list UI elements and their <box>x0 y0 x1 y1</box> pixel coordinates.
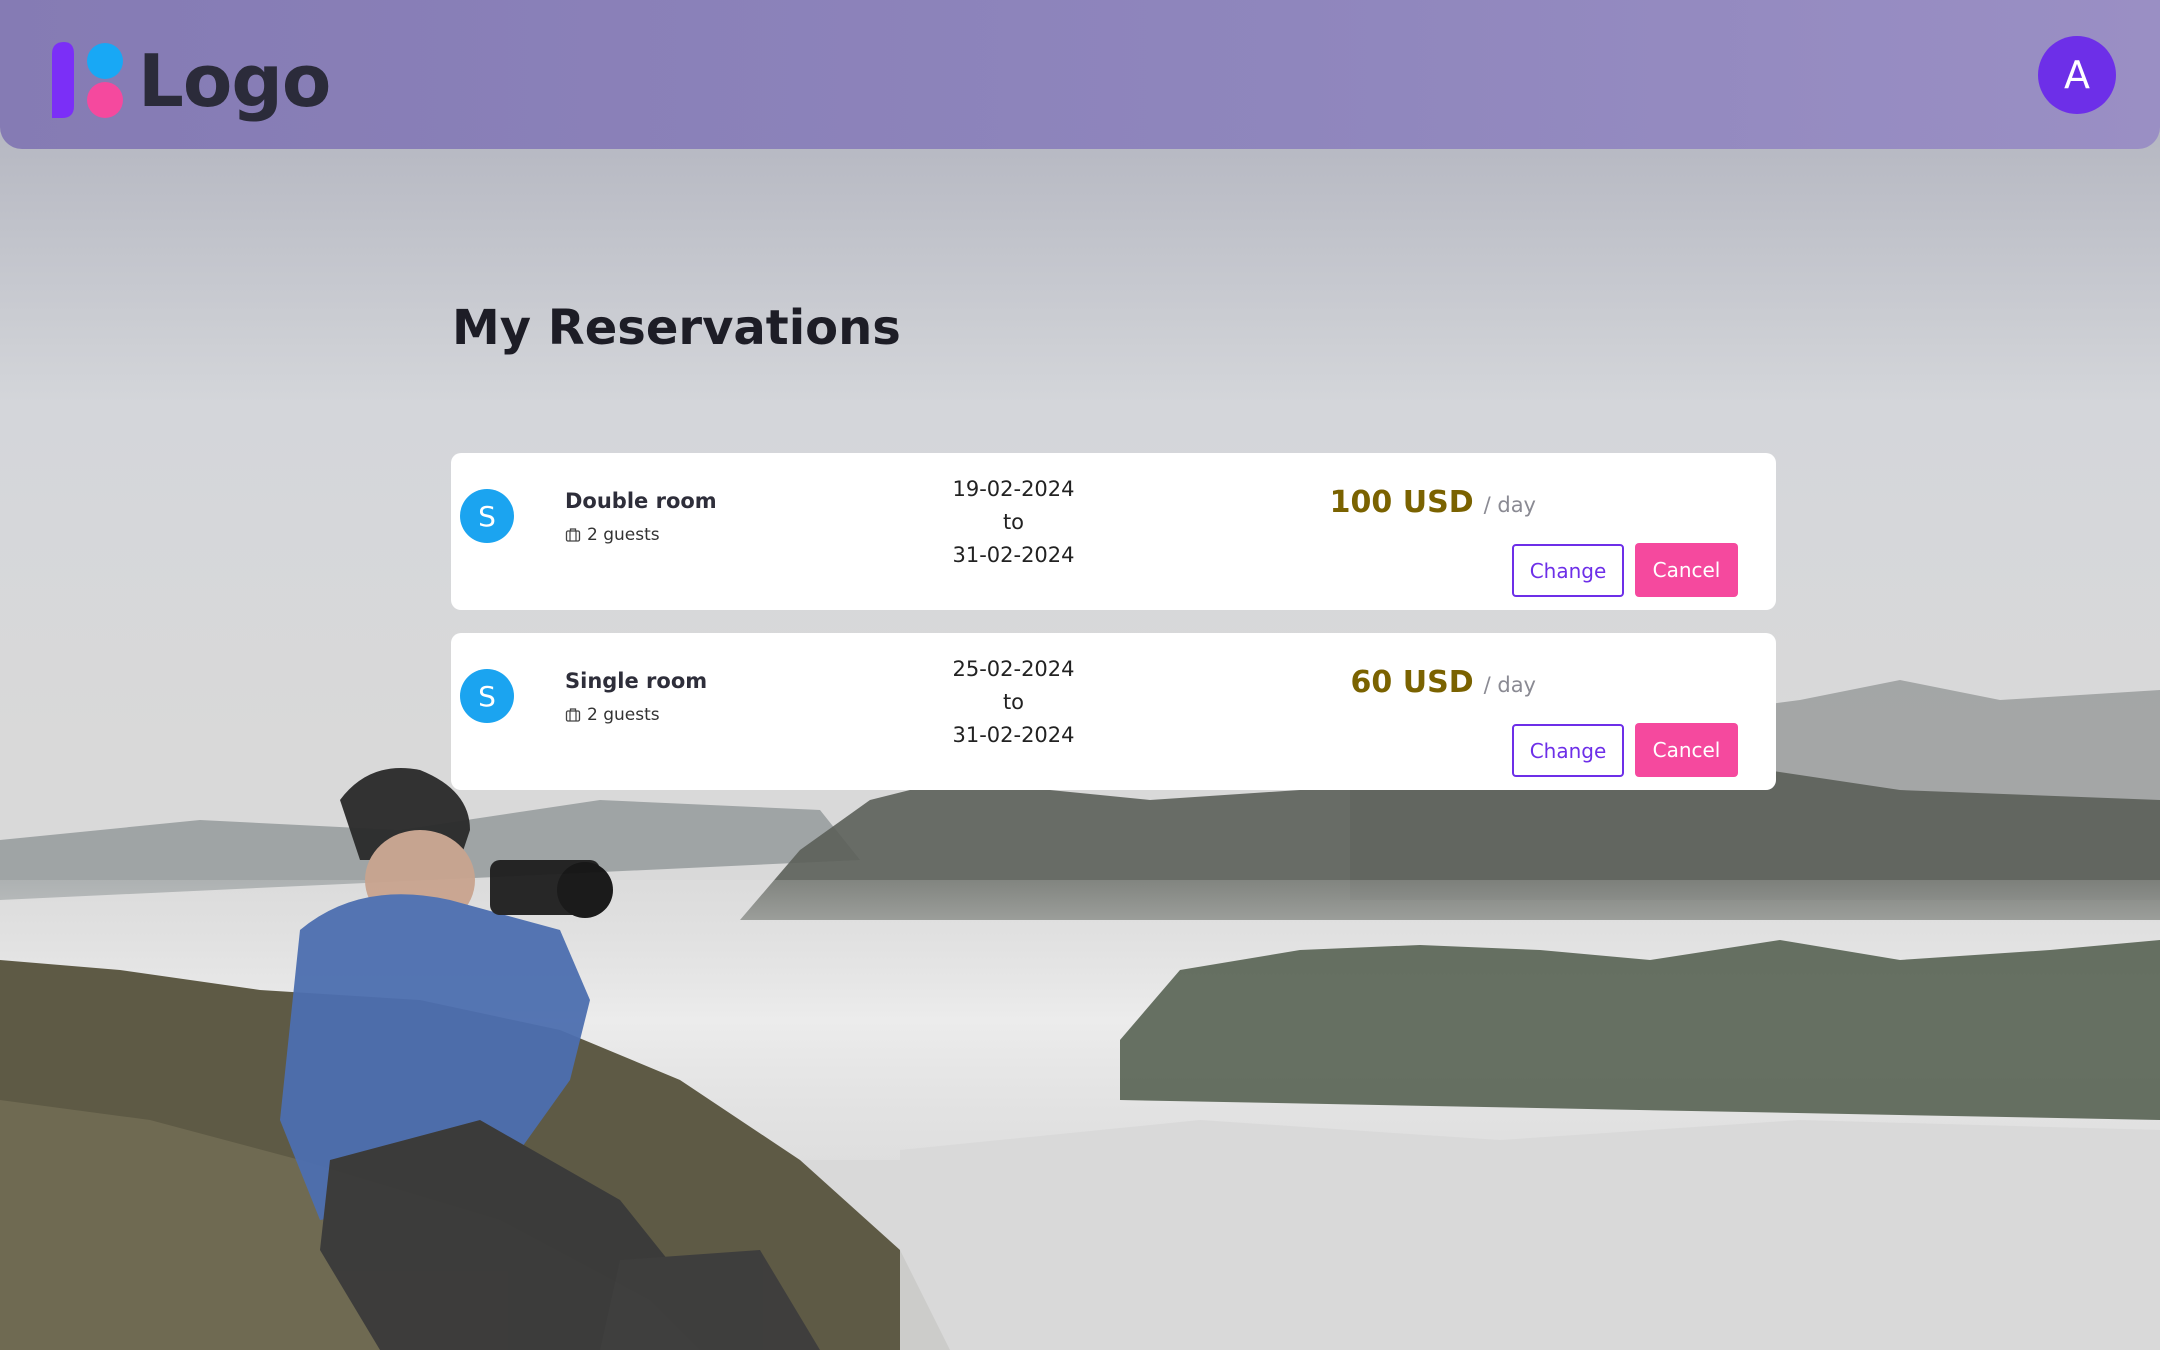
price-unit: / day <box>1483 493 1536 517</box>
cancel-button[interactable]: Cancel <box>1635 543 1738 597</box>
user-avatar[interactable]: A <box>2038 36 2116 114</box>
date-to-word: to <box>1002 690 1025 714</box>
date-from: 19-02-2024 <box>952 477 1075 501</box>
logo-text: Logo <box>138 39 331 123</box>
guests-count: 2 guests <box>587 525 660 545</box>
luggage-icon <box>565 708 581 722</box>
logo[interactable]: Logo <box>44 36 331 126</box>
price: 100 USD / day <box>1330 485 1536 520</box>
price-amount: 100 USD <box>1329 485 1474 520</box>
price-unit: / day <box>1483 673 1536 697</box>
cancel-button[interactable]: Cancel <box>1635 723 1738 777</box>
date-to: 31-02-2024 <box>952 723 1075 747</box>
logo-mark-icon <box>52 42 123 118</box>
room-name: Double room <box>565 489 717 513</box>
top-navbar: Logo A <box>0 0 2160 149</box>
room-badge: S <box>460 669 514 723</box>
reservation-card: S Double room 2 guests 19-02-2024 to 31-… <box>451 453 1776 610</box>
date-from: 25-02-2024 <box>952 657 1075 681</box>
guests-info: 2 guests <box>565 525 660 545</box>
luggage-icon <box>565 528 581 542</box>
room-badge: S <box>460 489 514 543</box>
date-to-word: to <box>1002 510 1025 534</box>
date-range: 25-02-2024 to 31-02-2024 <box>881 653 1146 752</box>
date-to: 31-02-2024 <box>952 543 1075 567</box>
date-range: 19-02-2024 to 31-02-2024 <box>881 473 1146 572</box>
guests-count: 2 guests <box>587 705 660 725</box>
price-amount: 60 USD <box>1350 665 1474 700</box>
price: 60 USD / day <box>1351 665 1536 700</box>
reservation-card: S Single room 2 guests 25-02-2024 to 31-… <box>451 633 1776 790</box>
change-button[interactable]: Change <box>1512 544 1624 597</box>
reservations-page: Logo A My Reservations S Double room 2 g… <box>0 0 2160 1350</box>
room-name: Single room <box>565 669 708 693</box>
page-title: My Reservations <box>452 300 901 356</box>
change-button[interactable]: Change <box>1512 724 1624 777</box>
guests-info: 2 guests <box>565 705 660 725</box>
